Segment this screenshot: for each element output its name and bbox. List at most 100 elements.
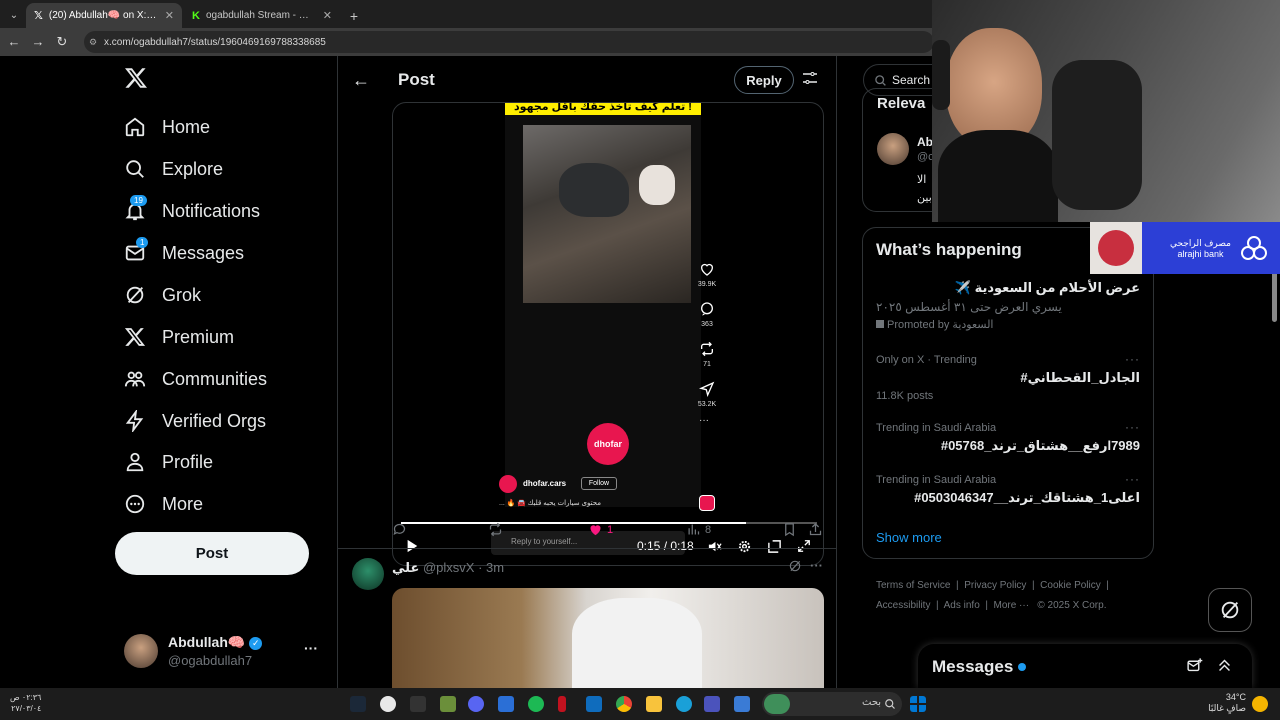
share-icon[interactable] (808, 522, 823, 542)
footer-link[interactable]: Accessibility (876, 600, 930, 611)
nav-verified-orgs[interactable]: Verified Orgs (124, 406, 266, 436)
teams-icon[interactable] (704, 696, 720, 712)
nav-grok[interactable]: Grok (124, 280, 201, 310)
reply-video-thumbnail[interactable] (392, 588, 824, 688)
page-scrollbar-thumb[interactable] (1272, 270, 1277, 322)
relevant-name[interactable]: Ab (917, 135, 933, 149)
tab-search-button[interactable]: ⌄ (4, 3, 24, 28)
headset-icon (932, 40, 950, 110)
footer-link[interactable]: More ··· (994, 600, 1030, 611)
chevron-double-up-icon[interactable] (1216, 657, 1233, 674)
app-icon[interactable] (498, 696, 514, 712)
spotify-icon[interactable] (528, 696, 544, 712)
close-icon[interactable]: ✕ (323, 9, 332, 22)
search-icon (875, 75, 886, 86)
footer-link[interactable]: Terms of Service (876, 580, 950, 591)
video-player[interactable]: تعلم كيف تأخذ حقك بأقل مجهود ! 39.9K 363… (392, 102, 824, 566)
trend-more-icon[interactable]: ··· (1125, 472, 1140, 486)
reply-author-name[interactable]: علي (392, 560, 419, 575)
settings-gear-icon[interactable] (737, 539, 752, 559)
browser-tab-x-post[interactable]: 𝕏 (20) Abdullah🧠 on X: "ميّ قراند" ✕ (26, 3, 182, 28)
trend-item[interactable]: Trending in Saudi Arabia ··· #اعلى1_هشتا… (876, 472, 1140, 514)
post-button[interactable]: Post (115, 532, 309, 575)
nav-premium[interactable]: Premium (124, 322, 234, 352)
nav-notifications[interactable]: 19 Notifications (124, 195, 260, 226)
reply-icon[interactable] (392, 522, 407, 542)
like-button[interactable]: 1 (588, 522, 613, 537)
browser-tab-kick-stream[interactable]: K ogabdullah Stream - Watch Live ✕ (184, 3, 340, 28)
address-bar[interactable]: ⚙ x.com/ogabdullah7/status/1960469169788… (84, 31, 934, 53)
trend-more-icon[interactable]: ··· (1125, 352, 1140, 366)
reply-avatar[interactable] (352, 558, 384, 590)
file-explorer-icon[interactable] (646, 696, 662, 712)
account-switcher[interactable]: Abdullah🧠 ✓ @ogabdullah7 ··· (120, 630, 325, 672)
sponsor-seal-icon (1090, 222, 1142, 274)
grok-floating-button[interactable] (1208, 588, 1252, 632)
nav-home[interactable]: Home (124, 112, 210, 142)
footer-link[interactable]: Ads info (944, 600, 980, 611)
dhofar-logo: dhofar (587, 423, 629, 465)
picture-in-picture-icon[interactable] (767, 539, 782, 559)
filter-sliders-icon[interactable] (802, 70, 818, 86)
primary-column: ← Post Reply تعلم كيف تأخذ حقك بأقل مجهو… (337, 56, 837, 688)
account-more-icon[interactable]: ··· (304, 640, 318, 656)
taskbar-search[interactable]: بحث (762, 692, 902, 716)
app-icon[interactable] (380, 696, 396, 712)
views-button[interactable]: 8 (686, 522, 711, 537)
whats-happening-title: What’s happening (876, 240, 1022, 259)
nav-communities[interactable]: Communities (124, 364, 267, 394)
steam-icon[interactable] (350, 696, 366, 712)
weather-widget[interactable]: 34°C صافٍ غالبًا (1206, 692, 1246, 714)
back-arrow-icon[interactable]: ← (352, 70, 370, 91)
views-chart-icon (688, 524, 700, 535)
edge-icon[interactable] (676, 696, 692, 712)
app-icon[interactable] (440, 696, 456, 712)
messages-drawer[interactable]: Messages (918, 644, 1252, 688)
show-more-link[interactable]: Show more (876, 530, 942, 545)
search-placeholder: Search (892, 73, 931, 87)
trend-more-icon[interactable]: ··· (1125, 420, 1140, 434)
forward-arrow-icon[interactable]: → (30, 34, 46, 50)
volume-icon[interactable] (707, 539, 722, 559)
discord-icon[interactable] (468, 696, 484, 712)
nav-profile[interactable]: Profile (124, 447, 213, 477)
nav-messages[interactable]: 1 Messages (124, 237, 244, 268)
post-action-bar: 1 8 (392, 522, 824, 542)
taskbar-clock[interactable]: ٠٢:٣٦ ص ٢٧/٠٣/٠٤ (10, 692, 41, 714)
relevant-avatar[interactable] (877, 133, 909, 165)
weather-temp: 34°C (1225, 692, 1246, 702)
video-caption-more: ... 🔥 (499, 500, 516, 507)
promoted-trend[interactable]: عرض الأحلام من السعودية ✈️ يسري العرض حت… (876, 280, 1140, 336)
close-app-icon[interactable] (410, 696, 426, 712)
app-icon[interactable] (734, 696, 750, 712)
app-icon[interactable] (558, 696, 566, 712)
new-tab-button[interactable]: + (344, 3, 364, 28)
trend-item[interactable]: Trending in Saudi Arabia ··· #رفع__هشتاق… (876, 420, 1140, 462)
back-arrow-icon[interactable]: ← (6, 34, 22, 50)
x-favicon-icon: 𝕏 (34, 10, 43, 22)
trend-item[interactable]: Only on X · Trending ··· #الجادل_القحطان… (876, 352, 1140, 404)
reply-button[interactable]: Reply (734, 66, 794, 94)
reload-icon[interactable]: ↻ (54, 34, 70, 50)
bookmark-icon[interactable] (782, 522, 797, 542)
x-logo[interactable] (124, 66, 150, 96)
relevant-bio-line: بين (917, 192, 932, 204)
repost-icon[interactable] (488, 522, 503, 542)
chrome-icon[interactable] (616, 696, 632, 712)
reply-more-icon[interactable]: ··· (810, 558, 823, 573)
trend-title: #الجادل_القحطاني (1020, 370, 1140, 385)
footer-link[interactable]: Privacy Policy (964, 580, 1026, 591)
nav-more[interactable]: More (124, 489, 203, 519)
windows-start-icon[interactable] (910, 696, 926, 712)
close-icon[interactable]: ✕ (165, 9, 174, 22)
taskbar-search-label: بحث (862, 697, 882, 708)
avatar (124, 634, 158, 668)
new-message-icon[interactable] (1186, 657, 1203, 674)
reply-author-handle[interactable]: @plxsvX (423, 560, 475, 575)
divider (338, 548, 836, 549)
webcam-overlay (932, 0, 1280, 222)
grok-icon[interactable] (788, 559, 802, 578)
footer-link[interactable]: Cookie Policy (1040, 580, 1101, 591)
nav-explore[interactable]: Explore (124, 154, 223, 184)
store-icon[interactable] (586, 696, 602, 712)
